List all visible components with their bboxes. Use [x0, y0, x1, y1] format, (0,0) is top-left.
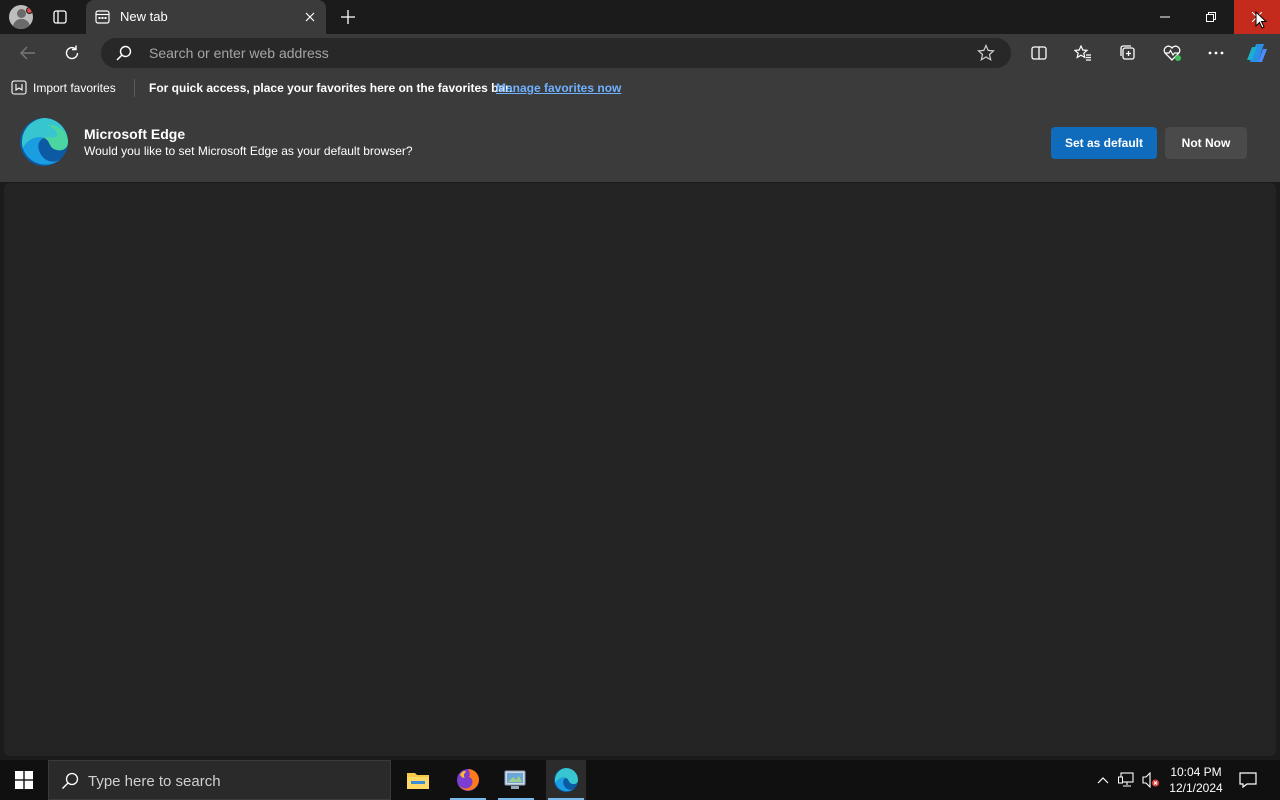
- show-hidden-icons-chevron-icon[interactable]: [1093, 768, 1113, 792]
- microsoft-edge-taskbar-icon: [554, 768, 578, 792]
- windows-start-button[interactable]: [0, 760, 48, 800]
- profile-avatar[interactable]: [9, 5, 33, 29]
- tab-new-tab[interactable]: New tab: [86, 0, 326, 34]
- windows-logo-icon: [15, 771, 33, 789]
- browser-essentials-icon[interactable]: [1159, 40, 1185, 66]
- taskbar-search-icon: [61, 772, 79, 795]
- search-icon: [116, 45, 132, 66]
- address-placeholder: Search or enter web address: [149, 45, 329, 61]
- control-panel-icon: [504, 770, 526, 789]
- import-favorites-icon: [11, 80, 27, 95]
- address-bar[interactable]: Search or enter web address: [101, 38, 1011, 68]
- new-tab-button[interactable]: [336, 5, 360, 29]
- import-favorites-button[interactable]: Import favorites: [11, 80, 116, 95]
- volume-muted-icon[interactable]: [1141, 768, 1161, 792]
- collections-icon[interactable]: [1115, 40, 1141, 66]
- copilot-icon[interactable]: [1244, 40, 1270, 66]
- favorites-bar: Import favorites For quick access, place…: [0, 72, 1280, 104]
- banner-title: Microsoft Edge: [84, 126, 186, 142]
- taskbar-search-placeholder: Type here to search: [88, 773, 221, 790]
- refresh-icon[interactable]: [59, 40, 85, 66]
- profile-notification-dot: [26, 7, 33, 14]
- taskbar-microsoft-edge[interactable]: [546, 760, 586, 800]
- file-explorer-icon: [407, 773, 429, 789]
- tab-title: New tab: [120, 9, 168, 24]
- clock-date: 12/1/2024: [1169, 781, 1223, 795]
- import-favorites-label: Import favorites: [33, 80, 116, 95]
- banner-subtitle: Would you like to set Microsoft Edge as …: [84, 144, 413, 158]
- tab-actions-icon[interactable]: [46, 5, 74, 29]
- taskbar: Type here to search 10:04 PM 12/1/2024: [0, 760, 1280, 800]
- microsoft-edge-logo-icon: [20, 118, 68, 166]
- tab-close-icon[interactable]: [302, 9, 318, 25]
- title-bar: New tab: [0, 0, 1280, 34]
- manage-favorites-link[interactable]: Manage favorites now: [496, 81, 621, 95]
- taskbar-control-panel[interactable]: [496, 760, 536, 800]
- favorites-icon[interactable]: [1070, 40, 1096, 66]
- clock-time: 10:04 PM: [1170, 765, 1222, 779]
- favorites-bar-message: For quick access, place your favorites h…: [149, 81, 513, 95]
- taskbar-firefox[interactable]: [448, 760, 488, 800]
- favorites-divider: [134, 79, 135, 97]
- add-favorite-star-icon[interactable]: [977, 44, 995, 67]
- back-arrow-icon[interactable]: [15, 40, 41, 66]
- more-options-icon[interactable]: [1203, 40, 1229, 66]
- mouse-cursor-icon: [1255, 10, 1268, 34]
- set-as-default-button[interactable]: Set as default: [1051, 127, 1157, 159]
- minimize-button[interactable]: [1142, 0, 1188, 34]
- firefox-icon: [457, 769, 479, 791]
- taskbar-clock[interactable]: 10:04 PM 12/1/2024: [1163, 764, 1229, 796]
- not-now-button[interactable]: Not Now: [1165, 127, 1247, 159]
- taskbar-search-box[interactable]: Type here to search: [48, 760, 391, 800]
- notification-center-icon[interactable]: [1236, 768, 1260, 792]
- network-icon[interactable]: [1117, 768, 1137, 792]
- taskbar-file-explorer[interactable]: [398, 760, 438, 800]
- page-content: [4, 183, 1276, 756]
- restore-button[interactable]: [1188, 0, 1234, 34]
- default-browser-banner: Microsoft Edge Would you like to set Mic…: [0, 104, 1280, 182]
- split-screen-icon[interactable]: [1026, 40, 1052, 66]
- new-tab-favicon-icon: [95, 10, 110, 29]
- navigation-toolbar: Search or enter web address: [0, 34, 1280, 72]
